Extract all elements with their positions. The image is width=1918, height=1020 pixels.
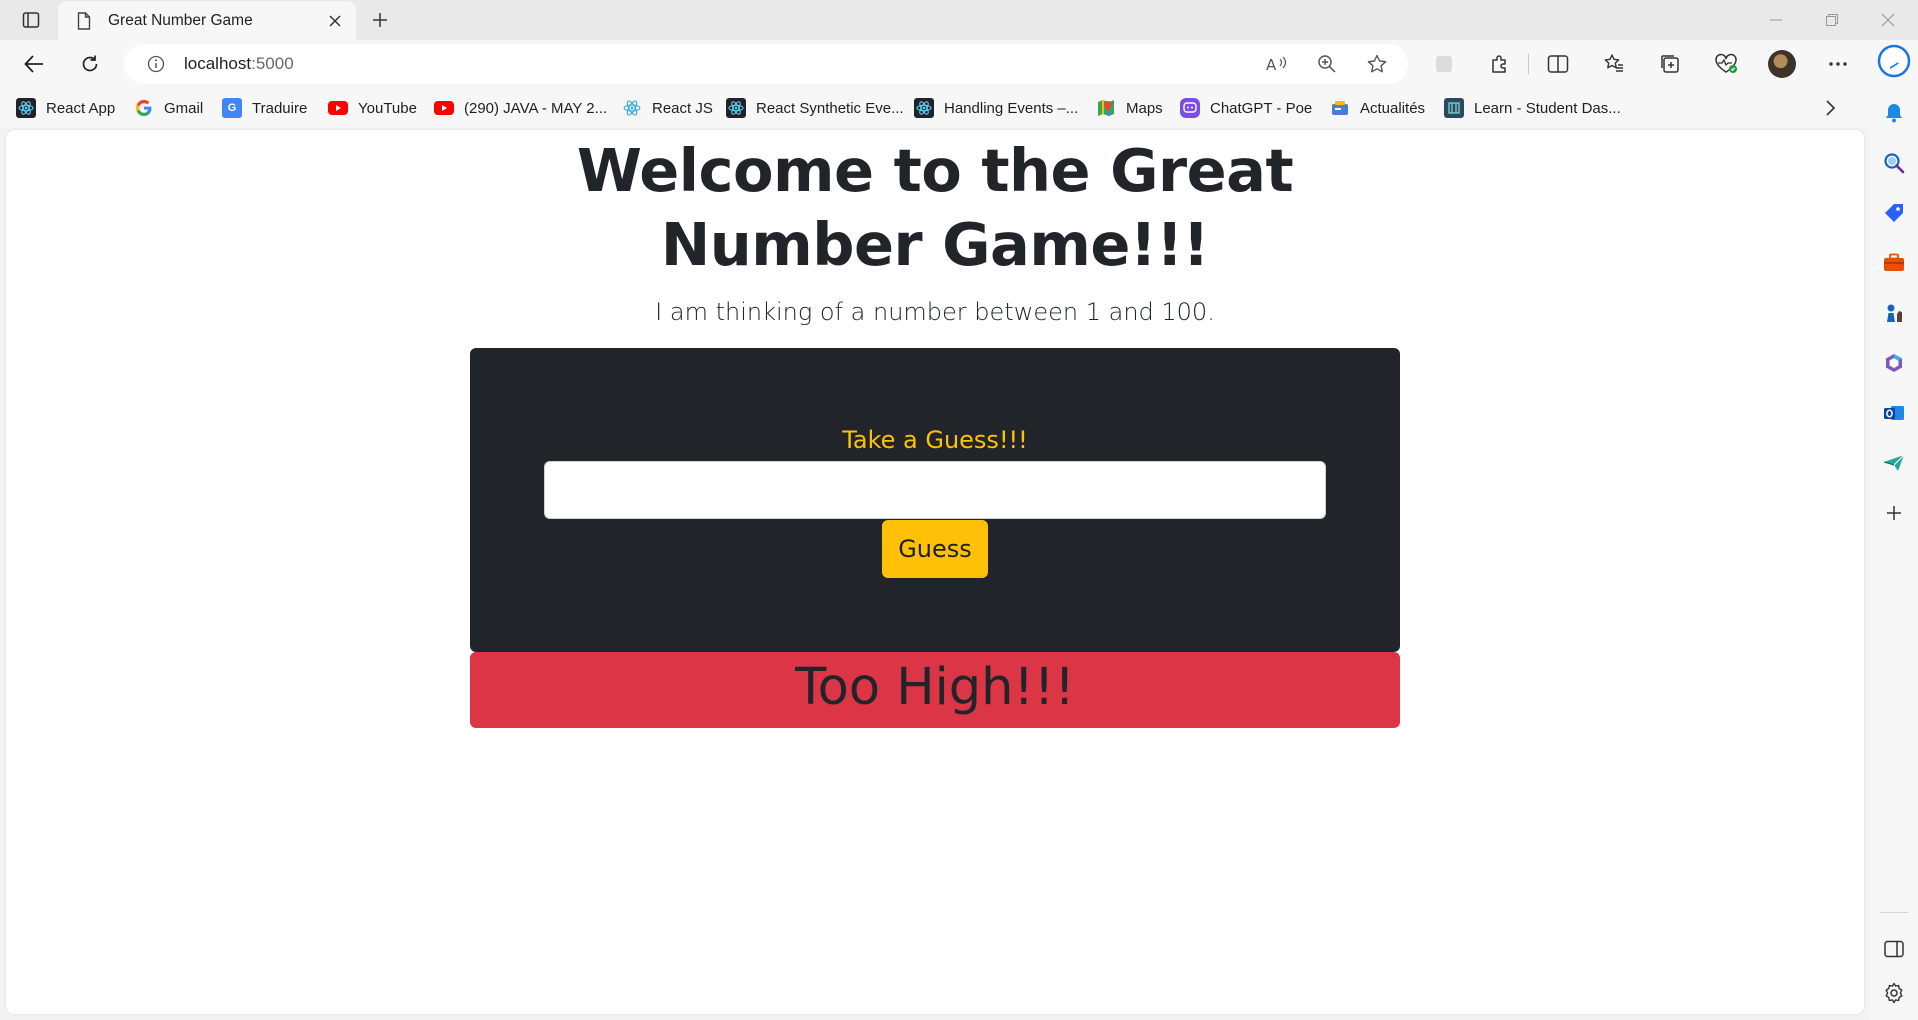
google-icon <box>134 98 154 118</box>
extensions-puzzle-icon[interactable] <box>1482 46 1518 82</box>
guess-input[interactable] <box>544 461 1326 519</box>
game-container: Welcome to the Great Number Game!!! I am… <box>470 130 1400 728</box>
page-viewport: Welcome to the Great Number Game!!! I am… <box>6 130 1864 1014</box>
bookmark-youtube[interactable]: YouTube <box>328 96 417 120</box>
favorites-icon[interactable] <box>1596 46 1632 82</box>
notifications-bell-icon[interactable] <box>1877 96 1911 130</box>
refresh-icon[interactable] <box>72 46 108 82</box>
bookmarks-overflow-chevron-icon[interactable] <box>1816 94 1844 122</box>
guess-button[interactable]: Guess <box>882 520 988 578</box>
split-screen-icon[interactable] <box>1540 46 1576 82</box>
bookmark-label: Maps <box>1126 99 1163 117</box>
page-icon <box>74 11 94 31</box>
react-icon <box>726 98 746 118</box>
restore-icon[interactable] <box>1804 0 1860 40</box>
bookmark-react-app[interactable]: React App <box>16 96 115 120</box>
zoom-icon[interactable] <box>1310 50 1344 78</box>
extension-placeholder-icon[interactable] <box>1426 46 1462 82</box>
games-chess-icon[interactable] <box>1877 296 1911 330</box>
bookmark-react-synthetic-events[interactable]: React Synthetic Eve... <box>726 96 904 120</box>
translate-icon: G <box>222 98 242 118</box>
shopping-tag-icon[interactable] <box>1877 196 1911 230</box>
close-tab-icon[interactable] <box>320 6 350 36</box>
bookmark-label: Handling Events –... <box>944 99 1079 117</box>
active-tab[interactable]: Great Number Game <box>58 1 356 40</box>
back-icon[interactable] <box>16 46 52 82</box>
result-banner: Too High!!! <box>470 652 1400 728</box>
poe-icon <box>1180 98 1200 118</box>
close-window-icon[interactable] <box>1860 0 1916 40</box>
favorite-star-icon[interactable] <box>1360 50 1394 78</box>
url-port: :5000 <box>251 54 294 73</box>
bookmark-learn[interactable]: Learn - Student Das... <box>1444 96 1621 120</box>
bookmarks-bar: React App Gmail G Traduire YouTube (290)… <box>0 88 1870 128</box>
minimize-icon[interactable] <box>1748 0 1804 40</box>
react-icon <box>914 98 934 118</box>
bookmark-java-video[interactable]: (290) JAVA - MAY 2... <box>434 96 607 120</box>
learn-icon <box>1444 98 1464 118</box>
avatar <box>1768 50 1796 78</box>
bookmark-label: React App <box>46 99 116 117</box>
bookmark-label: Gmail <box>164 99 204 117</box>
tab-strip: Great Number Game <box>0 0 1918 40</box>
react-icon <box>16 98 36 118</box>
bookmark-label: (290) JAVA - MAY 2... <box>464 99 608 117</box>
bookmark-label: ChatGPT - Poe <box>1210 99 1313 117</box>
react-icon <box>622 98 642 118</box>
browser-essentials-icon[interactable] <box>1708 46 1744 82</box>
youtube-icon <box>434 98 454 118</box>
guess-form-card: Take a Guess!!! Guess <box>470 348 1400 652</box>
toolbar: localhost:5000 A <box>0 40 1918 88</box>
collections-icon[interactable] <box>1652 46 1688 82</box>
svg-text:A: A <box>1266 56 1277 73</box>
bookmark-label: YouTube <box>358 99 417 117</box>
bookmark-actualites[interactable]: Actualités <box>1330 96 1425 120</box>
hide-sidebar-icon[interactable] <box>1877 932 1911 966</box>
bookmark-label: React Synthetic Eve... <box>756 99 904 117</box>
toolbar-divider <box>1528 54 1529 74</box>
address-bar[interactable]: localhost:5000 A <box>124 44 1408 84</box>
guess-label: Take a Guess!!! <box>842 426 1028 454</box>
bookmark-label: Actualités <box>1360 99 1426 117</box>
url-text: localhost:5000 <box>184 54 294 74</box>
profile-avatar[interactable] <box>1764 46 1800 82</box>
bookmark-gmail[interactable]: Gmail <box>134 96 203 120</box>
bookmark-label: React JS <box>652 99 713 117</box>
bing-copilot-icon[interactable] <box>1877 44 1911 78</box>
edge-sidebar <box>1870 40 1918 1020</box>
settings-gear-icon[interactable] <box>1877 976 1911 1010</box>
page-title: Welcome to the Great Number Game!!! <box>576 136 1294 279</box>
tab-actions-icon[interactable] <box>14 8 48 32</box>
news-icon <box>1330 98 1350 118</box>
tab-title: Great Number Game <box>108 11 253 29</box>
youtube-icon <box>328 98 348 118</box>
maps-icon <box>1096 98 1116 118</box>
sidebar-divider <box>1880 912 1908 913</box>
bookmark-label: Learn - Student Das... <box>1474 99 1621 117</box>
search-icon[interactable] <box>1877 146 1911 180</box>
outlook-icon[interactable] <box>1877 396 1911 430</box>
intro-text: I am thinking of a number between 1 and … <box>655 298 1215 326</box>
microsoft-365-icon[interactable] <box>1877 346 1911 380</box>
new-tab-icon[interactable] <box>364 6 396 34</box>
read-aloud-icon[interactable]: A <box>1260 50 1294 78</box>
tools-briefcase-icon[interactable] <box>1877 246 1911 280</box>
bookmark-label: Traduire <box>252 99 308 117</box>
drop-send-icon[interactable] <box>1877 446 1911 480</box>
bookmark-maps[interactable]: Maps <box>1096 96 1163 120</box>
add-sidebar-app-icon[interactable] <box>1877 496 1911 530</box>
url-host: localhost <box>184 54 252 73</box>
bookmark-handling-events[interactable]: Handling Events –... <box>914 96 1078 120</box>
more-options-icon[interactable] <box>1820 46 1856 82</box>
bookmark-react-js[interactable]: React JS <box>622 96 713 120</box>
site-info-icon[interactable] <box>144 52 168 76</box>
bookmark-traduire[interactable]: G Traduire <box>222 96 307 120</box>
bookmark-chatgpt-poe[interactable]: ChatGPT - Poe <box>1180 96 1312 120</box>
